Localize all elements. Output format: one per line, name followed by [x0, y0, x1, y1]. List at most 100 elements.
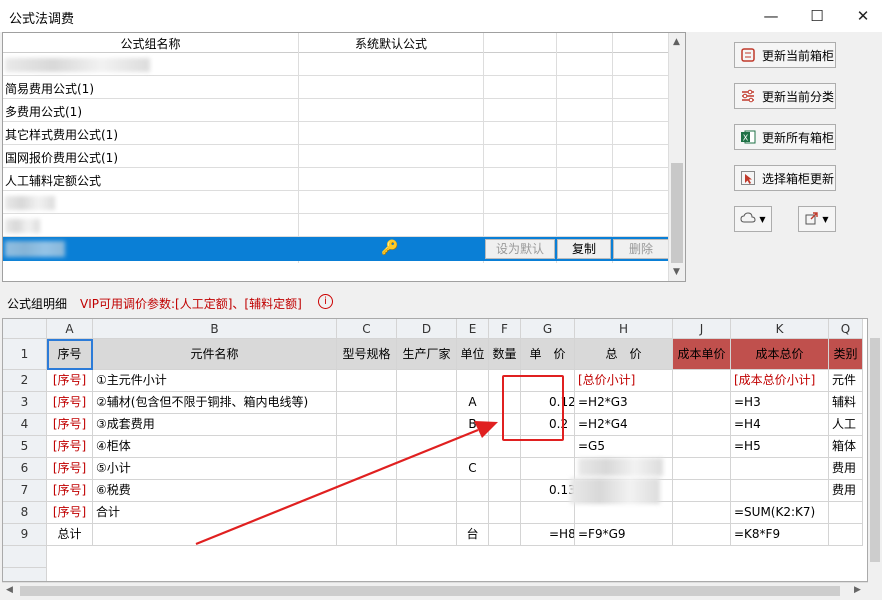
scrollbar-thumb[interactable] [671, 163, 683, 263]
table-cell[interactable]: 合计 [93, 502, 337, 524]
table-cell[interactable]: B [457, 414, 489, 436]
select-cabinet-update-button[interactable]: 选择箱柜更新 [734, 165, 836, 191]
table-cell[interactable] [673, 370, 731, 392]
sheet-header-cell[interactable]: 生产厂家 [397, 339, 457, 370]
table-cell[interactable] [337, 392, 397, 414]
table-cell[interactable] [337, 480, 397, 502]
table-cell[interactable] [397, 524, 457, 546]
table-cell[interactable]: [序号] [47, 502, 93, 524]
column-header-q[interactable]: Q [829, 319, 863, 339]
table-cell[interactable]: A [457, 392, 489, 414]
scroll-down-icon[interactable]: ▼ [673, 267, 680, 277]
table-cell[interactable]: =H5 [731, 436, 829, 458]
formula-sheet[interactable]: A B C D E F G H J K Q 1 序号 元件名称 型号规格 生产厂家 单位 数量单 价总 价成本单价… [2, 318, 868, 582]
column-header-b[interactable]: B [93, 319, 337, 339]
maximize-button[interactable]: ☐ [794, 0, 840, 32]
table-cell[interactable]: 费用 [829, 480, 863, 502]
scrollbar-thumb[interactable] [20, 586, 840, 596]
table-cell[interactable] [337, 414, 397, 436]
scrollbar-thumb[interactable] [870, 338, 880, 562]
table-cell[interactable] [397, 436, 457, 458]
table-cell[interactable] [673, 502, 731, 524]
table-cell[interactable]: [序号] [47, 436, 93, 458]
row-number[interactable]: 3 [3, 392, 47, 414]
column-header-k[interactable]: K [731, 319, 829, 339]
table-cell[interactable]: =H4 [731, 414, 829, 436]
table-cell[interactable]: [总价小计] [575, 370, 673, 392]
table-cell[interactable]: =G5 [575, 436, 673, 458]
table-cell[interactable] [337, 458, 397, 480]
row-number[interactable]: 4 [3, 414, 47, 436]
table-cell[interactable] [673, 436, 731, 458]
table-cell[interactable] [673, 458, 731, 480]
table-cell[interactable] [489, 458, 521, 480]
table-cell[interactable]: 箱体 [829, 436, 863, 458]
table-cell[interactable]: [序号] [47, 480, 93, 502]
row-number[interactable] [3, 568, 47, 581]
export-dropdown-button[interactable]: ▼ [798, 206, 836, 232]
sheet-header-cell[interactable]: 型号规格 [337, 339, 397, 370]
copy-button[interactable]: 复制 [557, 239, 611, 259]
close-button[interactable]: ✕ [840, 0, 882, 32]
scroll-left-icon[interactable]: ◀ [6, 585, 13, 595]
sheet-header-cell[interactable]: 类别 [829, 339, 863, 370]
table-cell[interactable] [93, 524, 337, 546]
table-cell[interactable]: 总计 [47, 524, 93, 546]
table-cell[interactable] [337, 502, 397, 524]
table-cell[interactable]: =H8 [521, 524, 575, 546]
table-cell[interactable] [673, 392, 731, 414]
sheet-header-cell[interactable]: 单 价 [521, 339, 575, 370]
table-cell[interactable]: ③成套费用 [93, 414, 337, 436]
column-header-c[interactable]: C [337, 319, 397, 339]
column-header-f[interactable]: F [489, 319, 521, 339]
row-number[interactable]: 7 [3, 480, 47, 502]
row-number[interactable]: 8 [3, 502, 47, 524]
list-item[interactable]: 多费用公式(1) [3, 99, 669, 122]
table-cell[interactable] [575, 502, 673, 524]
table-cell[interactable] [457, 502, 489, 524]
list-scrollbar[interactable]: ▲ ▼ [668, 33, 685, 281]
table-cell[interactable]: =H2*G3 [575, 392, 673, 414]
column-header-g[interactable]: G [521, 319, 575, 339]
column-header-d[interactable]: D [397, 319, 457, 339]
table-cell[interactable]: [序号] [47, 458, 93, 480]
table-cell[interactable]: =K8*F9 [731, 524, 829, 546]
table-cell[interactable]: 0.13 [521, 480, 575, 502]
table-cell[interactable] [397, 502, 457, 524]
list-item[interactable]: 国网报价费用公式(1) [3, 145, 669, 168]
minimize-button[interactable]: — [748, 0, 794, 32]
column-header-j[interactable]: J [673, 319, 731, 339]
list-item[interactable] [3, 191, 669, 214]
table-cell[interactable]: [成本总价小计] [731, 370, 829, 392]
list-item[interactable]: 简易费用公式(1) [3, 76, 669, 99]
table-cell[interactable] [521, 502, 575, 524]
table-cell[interactable] [457, 370, 489, 392]
table-cell[interactable] [731, 480, 829, 502]
sheet-horizontal-scrollbar[interactable]: ◀ ▶ [2, 582, 868, 598]
update-current-cabinet-button[interactable]: 更新当前箱柜 [734, 42, 836, 68]
selected-list-item[interactable]: 🔑 设为默认 复制 删除 [3, 237, 669, 261]
table-cell[interactable]: 辅料 [829, 392, 863, 414]
list-item[interactable]: 其它样式费用公式(1) [3, 122, 669, 145]
table-cell[interactable] [397, 392, 457, 414]
table-cell[interactable]: [序号] [47, 392, 93, 414]
sheet-header-cell[interactable]: 数量 [489, 339, 521, 370]
table-cell[interactable] [457, 436, 489, 458]
row-number[interactable]: 1 [3, 339, 47, 370]
row-number[interactable]: 9 [3, 524, 47, 546]
table-cell[interactable]: 元件 [829, 370, 863, 392]
delete-button[interactable]: 删除 [613, 239, 669, 259]
table-cell[interactable] [829, 502, 863, 524]
table-cell[interactable] [337, 370, 397, 392]
row-number[interactable]: 6 [3, 458, 47, 480]
formula-group-list[interactable]: 公式组名称 系统默认公式 简易费用公式(1) 多费用公式(1) 其它样式费用公式… [2, 32, 686, 282]
list-item[interactable] [3, 214, 669, 237]
table-cell[interactable]: 台 [457, 524, 489, 546]
sheet-header-cell[interactable]: 成本单价 [673, 339, 731, 370]
row-number[interactable]: 2 [3, 370, 47, 392]
table-cell[interactable]: ④柜体 [93, 436, 337, 458]
sheet-header-cell[interactable]: 元件名称 [93, 339, 337, 370]
table-cell[interactable] [489, 502, 521, 524]
table-cell[interactable] [457, 480, 489, 502]
table-cell[interactable]: 费用 [829, 458, 863, 480]
